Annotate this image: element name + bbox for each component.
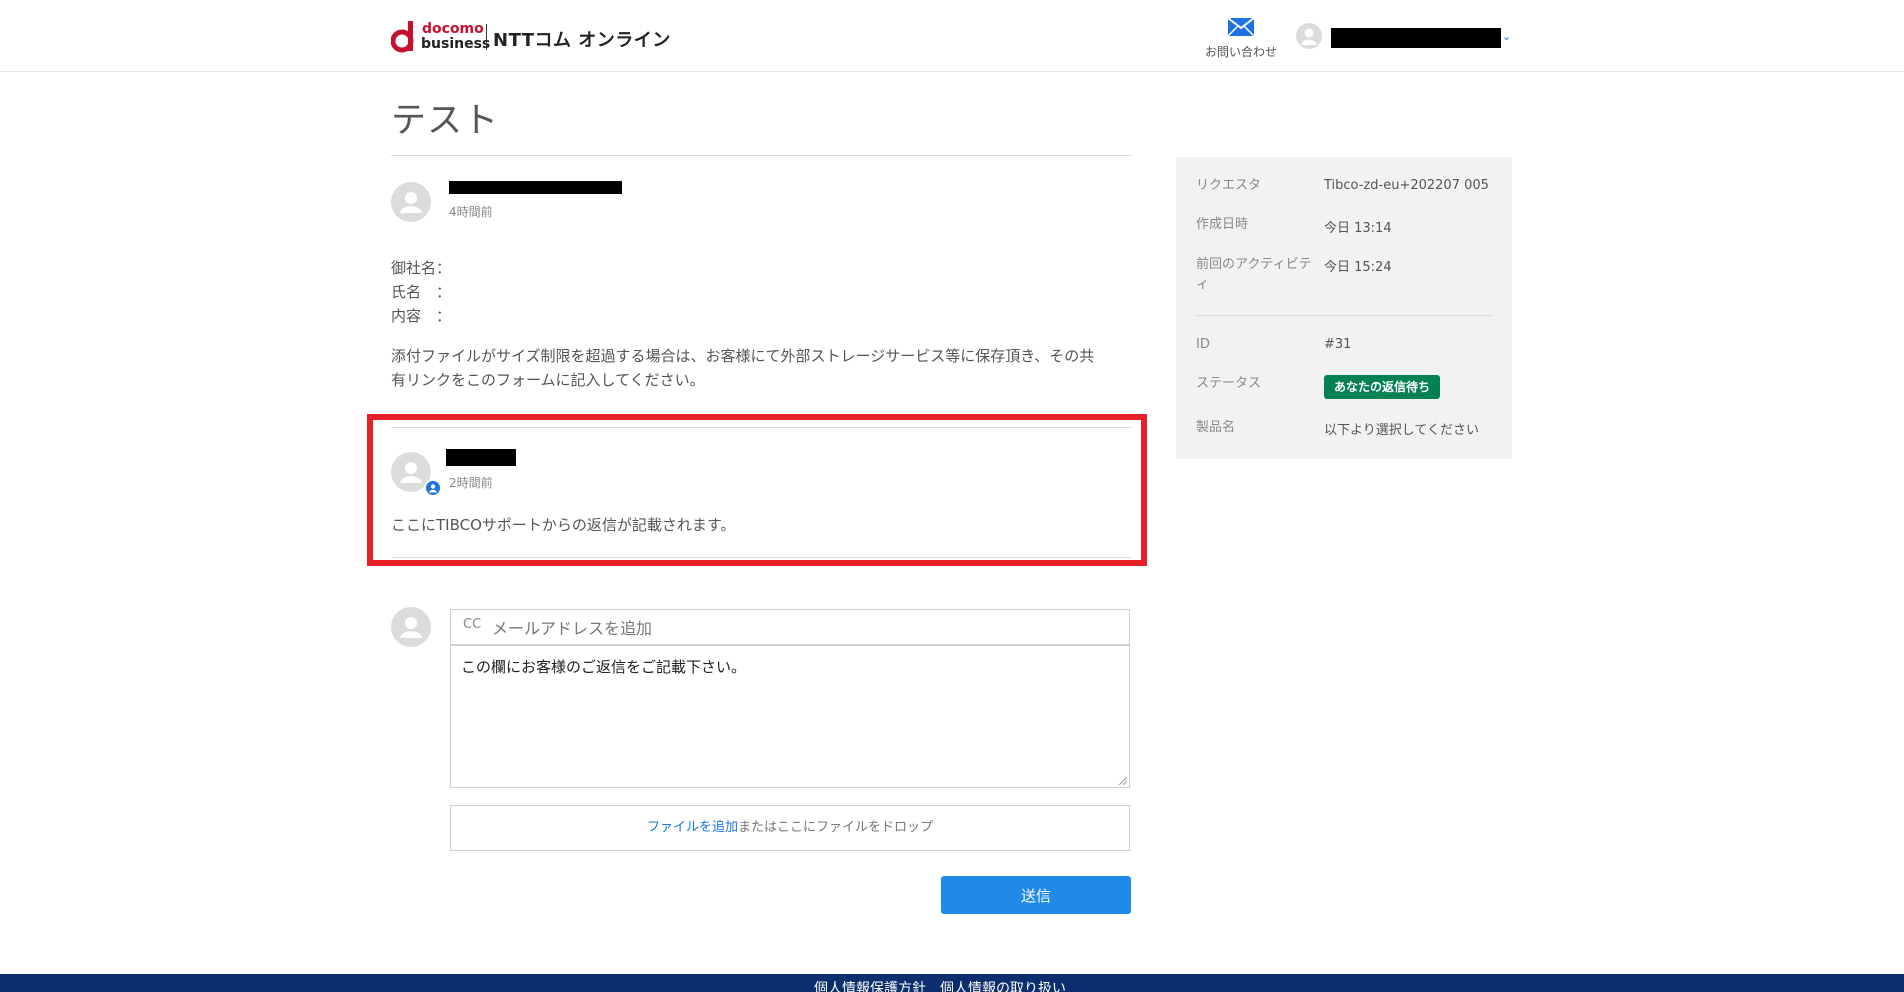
comment-line-company: 御社名： (391, 259, 452, 277)
last-activity-value: 今日 15:24 (1324, 260, 1392, 275)
comment-time: 4時間前 (449, 205, 493, 219)
footer-links[interactable]: 個人情報保護方針 個人情報の取り扱い (814, 978, 1066, 992)
resize-handle-icon[interactable] (1117, 775, 1127, 785)
page-title: テスト (391, 101, 500, 141)
comment-paragraph-line1: 添付ファイルがサイズ制限を超過する場合は、お客様にて外部ストレージサービス等に保… (391, 347, 1095, 365)
user-icon (400, 617, 422, 638)
drop-hint-text: またはここにファイルをドロップ (738, 820, 934, 835)
requester-value: Tibco-zd-eu+202207 005 (1324, 178, 1489, 193)
mail-icon[interactable] (1227, 17, 1255, 37)
comment-paragraph-line2: 有リンクをこのフォームに記入してください。 (391, 371, 705, 389)
status-label: ステータス (1196, 376, 1262, 391)
user-avatar[interactable] (1296, 23, 1322, 49)
cc-email-input[interactable] (490, 613, 1094, 643)
contact-link[interactable]: お問い合わせ (1204, 43, 1278, 60)
id-label: ID (1196, 337, 1210, 352)
sidebar-divider (1196, 315, 1492, 316)
agent-badge-icon (424, 479, 442, 497)
created-value: 今日 13:14 (1324, 221, 1392, 236)
title-divider (391, 155, 1131, 156)
ticket-details-panel (1176, 157, 1512, 459)
product-value: 以下より選択してください (1324, 423, 1479, 438)
comment-divider-bottom (391, 557, 1131, 558)
logo-business-text: business (421, 36, 491, 52)
top-header (0, 0, 1904, 72)
agent-name-redacted (446, 449, 516, 466)
submit-button[interactable]: 送信 (941, 876, 1131, 914)
agent-comment-text: ここにTIBCOサポートからの返信が記載されます。 (391, 516, 736, 534)
last-activity-label-wrap: ィ (1196, 277, 1210, 292)
created-label: 作成日時 (1196, 217, 1249, 232)
id-value: #31 (1324, 337, 1352, 352)
product-label: 製品名 (1196, 420, 1236, 435)
cc-label: CC (463, 617, 482, 632)
docomo-logo-icon[interactable] (391, 19, 417, 53)
commenter-name-redacted (449, 181, 622, 194)
commenter-avatar (391, 182, 431, 222)
comment-divider-top (391, 427, 1131, 428)
user-name-redacted[interactable] (1331, 28, 1501, 48)
reply-avatar (391, 607, 431, 647)
user-icon (1301, 28, 1317, 45)
last-activity-label: 前回のアクティビテ (1196, 257, 1312, 272)
reply-textarea[interactable]: この欄にお客様のご返信をご記載下さい。 (450, 645, 1130, 788)
chevron-down-icon[interactable]: ⌄ (1502, 30, 1511, 43)
comment-line-name: 氏名 ： (391, 283, 452, 301)
requester-label: リクエスタ (1196, 178, 1262, 193)
page-footer: 個人情報保護方針 個人情報の取り扱い (0, 974, 1904, 992)
file-drop-zone[interactable]: ファイルを追加またはここにファイルをドロップ (450, 805, 1130, 851)
logo-divider (486, 24, 487, 50)
add-file-link[interactable]: ファイルを追加 (647, 820, 738, 835)
user-icon (400, 192, 422, 213)
status-badge: あなたの返信待ち (1324, 375, 1441, 399)
agent-comment-time: 2時間前 (449, 476, 493, 490)
comment-line-content: 内容 ： (391, 307, 452, 325)
logo-brand-text: NTTコム オンライン (493, 30, 671, 51)
logo-docomo-text: docomo (422, 21, 484, 37)
